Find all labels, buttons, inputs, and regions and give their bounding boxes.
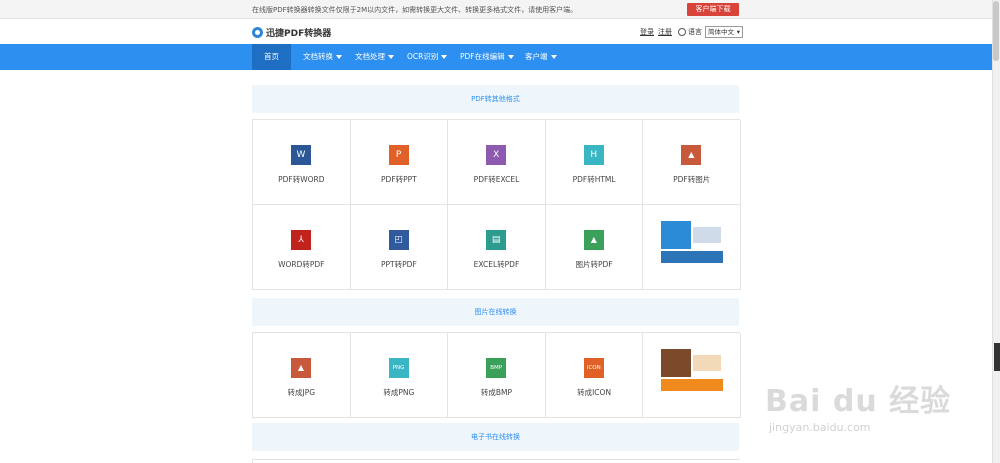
promo-logo-icon — [661, 349, 692, 377]
language-select[interactable]: 简体中文 ▾ — [705, 26, 743, 38]
tool-card-to-png[interactable]: PNG 转成PNG — [350, 333, 449, 418]
globe-icon — [678, 28, 686, 36]
nav-item-label: OCR识别 — [407, 52, 439, 61]
tool-label: PDF转WORD — [278, 175, 325, 184]
image-to-pdf-icon: ▲ — [583, 230, 604, 250]
tool-label: 图片转PDF — [575, 260, 613, 269]
nav-item-doc-process[interactable]: 文档处理 — [355, 44, 394, 70]
caret-down-icon — [388, 55, 394, 59]
main-nav: 首页 文档转换 文档处理 OCR识别 PDF在线编辑 客户端 — [0, 44, 992, 70]
tool-label: 转成BMP — [480, 388, 513, 397]
tool-card-to-bmp[interactable]: BMP 转成BMP — [448, 333, 546, 418]
nav-item-label: 文档处理 — [355, 52, 385, 61]
client-download-button[interactable]: 客户端下载 — [687, 3, 739, 16]
tool-label: PDF转PPT — [381, 175, 417, 184]
watermark-brand: Bai du 经验 — [765, 384, 952, 419]
tool-label: 转成JPG — [287, 388, 316, 397]
tool-card-to-jpg[interactable]: ▲ 转成JPG — [253, 333, 351, 418]
watermark-url: jingyan.baidu.com — [769, 421, 871, 434]
promo-banner-blurred[interactable] — [643, 333, 741, 418]
nav-item-ocr[interactable]: OCR识别 — [407, 44, 448, 70]
promo-text-block — [693, 355, 722, 371]
promo-image — [661, 221, 724, 263]
tool-label: 转成ICON — [577, 388, 612, 397]
ppt-to-pdf-icon: ◰ — [388, 230, 409, 250]
language-value: 简体中文 — [708, 28, 734, 36]
icon-format-icon: ICON — [583, 358, 604, 378]
html-icon: H — [583, 145, 604, 165]
tool-label: EXCEL转PDF — [473, 260, 520, 269]
caret-down-icon — [550, 55, 557, 59]
promo-logo-icon — [661, 221, 692, 249]
login-link[interactable]: 登录 — [640, 27, 654, 37]
nav-item-label: PDF在线编辑 — [460, 52, 505, 61]
nav-item-doc-convert[interactable]: 文档转换 — [303, 44, 342, 70]
caret-down-icon — [441, 55, 448, 59]
baidu-watermark: Bai du 经验 jingyan.baidu.com — [765, 376, 950, 461]
nav-item-label: 文档转换 — [303, 52, 333, 61]
section-title-image-convert: 图片在线转换 — [252, 298, 739, 326]
nav-item-pdf-edit[interactable]: PDF在线编辑 — [460, 44, 514, 70]
caret-down-icon — [336, 55, 342, 59]
logo-text: 迅捷PDF转换器 — [266, 28, 332, 39]
ppt-icon: P — [388, 145, 409, 165]
tool-grid-image-convert: ▲ 转成JPG PNG 转成PNG BMP 转成BMP ICON 转成ICON — [252, 332, 741, 418]
notice-text: 在线版PDF转换器转换文件仅限于2M以内文件，如需转换更大文件、转换更多格式文件… — [252, 6, 578, 14]
promo-image — [661, 349, 724, 391]
language-label: 语言 — [688, 28, 702, 36]
tool-card-pdf-to-html[interactable]: H PDF转HTML — [545, 120, 644, 205]
site-header: 迅捷PDF转换器 登录 注册 语言 简体中文 ▾ — [0, 19, 992, 44]
tool-grid-pdf-to-other: W PDF转WORD P PDF转PPT X PDF转EXCEL H PDF转H… — [252, 119, 741, 290]
bmp-icon: BMP — [486, 358, 507, 378]
tool-card-pdf-to-excel[interactable]: X PDF转EXCEL — [448, 120, 546, 205]
promo-button-block — [661, 251, 724, 263]
caret-down-icon — [507, 55, 514, 59]
jpg-icon: ▲ — [291, 358, 311, 378]
tool-card-excel-to-pdf[interactable]: ▤ EXCEL转PDF — [448, 205, 546, 290]
tool-card-to-icon[interactable]: ICON 转成ICON — [545, 333, 644, 418]
tool-label: PDF转图片 — [673, 175, 711, 184]
promo-banner-blurred[interactable] — [643, 205, 741, 290]
header-actions: 登录 注册 语言 简体中文 ▾ — [640, 26, 743, 38]
tool-label: PPT转PDF — [381, 260, 417, 269]
tool-card-pdf-to-word[interactable]: W PDF转WORD — [253, 120, 351, 205]
nav-item-label: 客户端 — [525, 52, 548, 61]
tool-card-image-to-pdf[interactable]: ▲ 图片转PDF — [545, 205, 644, 290]
excel-to-pdf-icon: ▤ — [486, 230, 507, 250]
section-title-pdf-to-other: PDF转其他格式 — [252, 85, 739, 113]
nav-item-client[interactable]: 客户端 — [525, 44, 557, 70]
tool-card-pdf-to-ppt[interactable]: P PDF转PPT — [350, 120, 449, 205]
tool-label: WORD转PDF — [278, 260, 325, 269]
chevron-down-icon: ▾ — [736, 28, 740, 36]
pdf-icon: ⅄ — [291, 230, 311, 250]
scrollbar-thumb[interactable] — [993, 1, 999, 61]
tool-label: PDF转EXCEL — [473, 175, 520, 184]
nav-item-home[interactable]: 首页 — [252, 44, 291, 70]
word-icon: W — [291, 145, 311, 165]
side-feedback-tab[interactable] — [994, 343, 1000, 371]
scrollbar-track[interactable] — [992, 0, 1000, 463]
section-title-ebook-convert: 电子书在线转换 — [252, 423, 739, 451]
tool-card-ppt-to-pdf[interactable]: ◰ PPT转PDF — [350, 205, 449, 290]
png-icon: PNG — [388, 358, 409, 378]
tool-label: PDF转HTML — [572, 175, 616, 184]
image-icon: ▲ — [681, 145, 702, 165]
register-link[interactable]: 注册 — [658, 27, 672, 37]
promo-text-block — [693, 227, 722, 243]
nav-item-label: 首页 — [264, 52, 279, 61]
tool-card-word-to-pdf[interactable]: ⅄ WORD转PDF — [253, 205, 351, 290]
excel-x-icon: X — [486, 145, 507, 165]
tool-grid-ebook-convert — [252, 459, 740, 463]
tool-card-pdf-to-image[interactable]: ▲ PDF转图片 — [643, 120, 741, 205]
top-notice-bar: 在线版PDF转换器转换文件仅限于2M以内文件，如需转换更大文件、转换更多格式文件… — [0, 0, 992, 19]
site-logo[interactable]: 迅捷PDF转换器 — [252, 26, 332, 39]
promo-button-block — [661, 379, 724, 391]
tool-label: 转成PNG — [383, 388, 415, 397]
logo-mark-icon — [252, 26, 263, 38]
